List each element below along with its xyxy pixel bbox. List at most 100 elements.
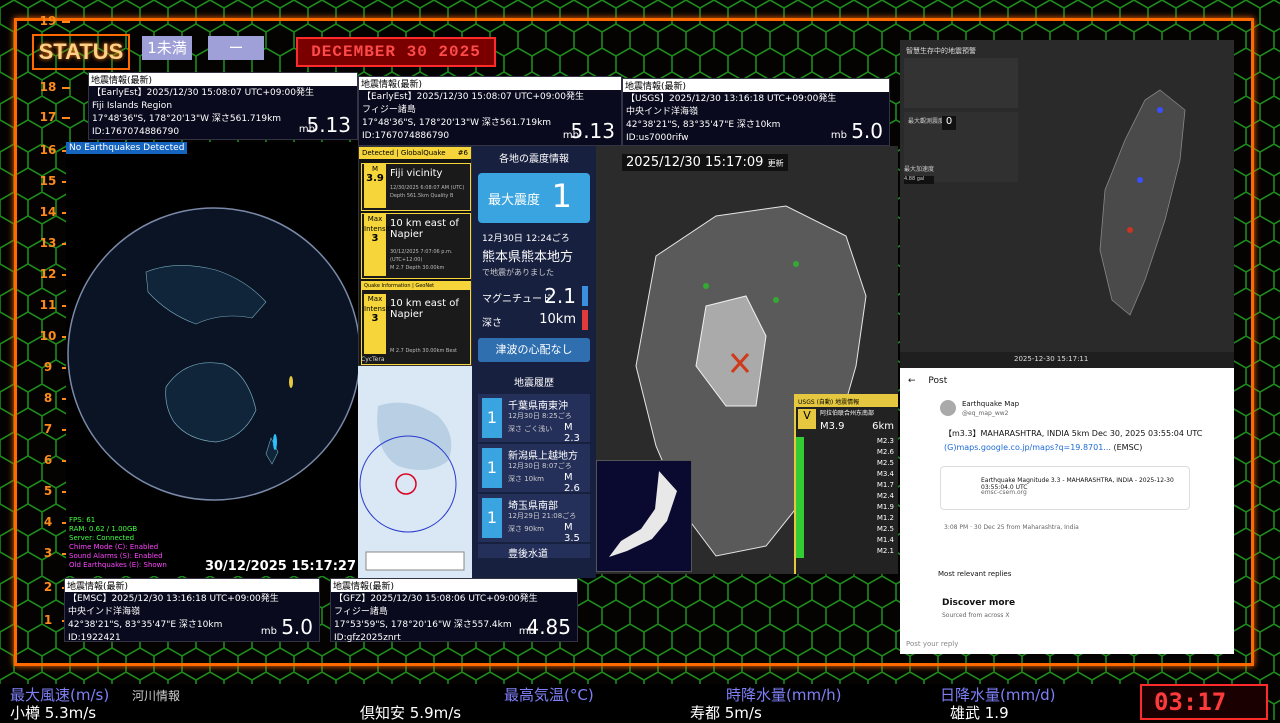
usgs-list-item[interactable]: M2.3 — [796, 437, 898, 448]
history-title: 地震履歴 — [514, 378, 554, 389]
jma-intensity-panel: 各地の震度情報 最大震度 1 12月30日 12:24ごろ 熊本県熊本地方 で地… — [472, 146, 596, 578]
magnitude-bar — [582, 286, 588, 306]
weather-ticker: 最大風速(m/s) 河川情報 最高気温(°C) 時降水量(mm/h) 日降水量(… — [0, 684, 1140, 722]
usgs-list-item[interactable]: M1.2 — [796, 514, 898, 525]
taiwan-eew-panel[interactable]: 智慧生存中的地震預警 最大觀測震度 0 最大加速度 4.88 gal 2025-… — [900, 40, 1234, 368]
info-line: 中央インド洋海嶺 — [626, 107, 699, 117]
gq-int-label: M — [371, 165, 379, 173]
gq-header-label: Detected | GlobalQuake — [362, 149, 446, 157]
gq-meta-line: Depth 561.5km Quality B — [390, 193, 454, 199]
sea-map[interactable] — [358, 366, 472, 578]
x-post-panel: ← Post Earthquake Map @eq_map_ww2 【m3.3】… — [900, 368, 1234, 654]
magnitude-label: マグニチュード — [482, 294, 552, 305]
info-header: 地震情報(最新) — [331, 579, 577, 592]
replies-sort[interactable]: Most relevant replies — [938, 570, 1011, 578]
globe-timestamp: 30/12/2025 15:17:27 — [204, 559, 356, 574]
usgs-list-item[interactable]: M2.4 — [796, 492, 898, 503]
globalquake-globe-panel[interactable]: No Earthquakes Detected FPS: 61 RAM: 0.6… — [66, 142, 358, 576]
gq-card[interactable]: Max Intensity 3 10 km east of Napier 30/1… — [361, 213, 471, 279]
gq-int-value: 3 — [371, 313, 379, 324]
mb-label: mb — [830, 130, 847, 141]
history-item[interactable]: 1 新潟県上越地方 12月30日 8:07ごろ 深さ 10km M 2.6 — [478, 444, 590, 494]
tw-title: 智慧生存中的地震預警 — [906, 47, 976, 55]
magnitude-value: 2.1 — [544, 284, 576, 308]
stat-server: Server: Connected — [69, 534, 135, 542]
gq-card-header: Quake Information | GeoNet — [362, 282, 470, 290]
depth-bar — [582, 310, 588, 330]
ticker-value: 小樽 5.3m/s — [10, 704, 97, 722]
ruler-tick: 18 — [30, 80, 70, 94]
history-place: 埼玉県南部 — [508, 501, 558, 512]
gq-intensity: Max Intensity 3 — [364, 214, 394, 276]
account-name[interactable]: Earthquake Map — [962, 400, 1019, 408]
history-time: 12月30日 8:07ごろ — [508, 462, 572, 470]
history-item[interactable]: 1 千葉県南東沖 12月30日 8:25ごろ 深さ ごく浅い M 2.3 — [478, 394, 590, 444]
ruler-tick: 1 — [30, 613, 70, 627]
taiwan-map[interactable] — [1050, 70, 1220, 350]
ruler-tick: 15 — [30, 174, 70, 188]
history-item[interactable]: 1 埼玉県南部 12月29日 21:08ごろ 深さ 90km M 3.5 — [478, 494, 590, 544]
jma-title: 各地の震度情報 — [499, 154, 569, 165]
max-intensity-value: 1 — [551, 177, 572, 215]
usgs-depth: 6km — [872, 421, 894, 432]
usgs-place: 阿拉伯联合州东南部 — [820, 410, 875, 417]
info-line: 【USGS】2025/12/30 13:16:18 UTC+09:00発生 — [626, 94, 837, 104]
info-line: 42°38'21"S, 83°35'47"E 深さ10km — [68, 620, 223, 630]
history-intensity: 1 — [482, 448, 502, 488]
usgs-list-item[interactable]: M2.6 — [796, 448, 898, 459]
back-arrow-icon[interactable]: ← — [908, 376, 916, 386]
history-time: 12月30日 8:25ごろ — [508, 412, 572, 420]
tw-max-label: 最大觀測震度 — [908, 118, 945, 125]
clock-time: 03:17 — [1154, 688, 1227, 716]
usgs-list-item[interactable]: M2.5 — [796, 459, 898, 470]
eq-occurred: で地震がありました — [482, 268, 554, 277]
post-text: 【m3.3】MAHARASHTRA, INDIA 5km Dec 30, 202… — [944, 429, 1203, 438]
magnitude: 4.85 — [526, 615, 571, 639]
history-mag: M 2.6 — [564, 472, 580, 494]
status-label: STATUS — [32, 34, 130, 70]
usgs-list-item[interactable]: M1.4 — [796, 536, 898, 547]
history-place: 新潟県上越地方 — [508, 451, 578, 462]
gq-title: 10 km east of Napier — [390, 298, 459, 320]
usgs-list-item[interactable]: M1.7 — [796, 481, 898, 492]
ruler-tick: 19 — [30, 14, 70, 28]
gq-card[interactable]: M 3.9 Fiji vicinity 12/30/2025 6:08:07 AM… — [361, 163, 471, 211]
link-card[interactable]: Earthquake Magnitude 3.3 - MAHARASHTRA, … — [940, 466, 1190, 510]
history-item[interactable]: 豊後水道 — [478, 544, 590, 560]
post-title: Post — [928, 376, 948, 386]
post-link[interactable]: (G)maps.google.co.jp/maps?q=19.8701... — [944, 443, 1111, 452]
usgs-list-item[interactable]: M3.4 — [796, 470, 898, 481]
magnitude-row: マグニチュード 2.1 — [472, 284, 596, 308]
gq-meta-line: 30/12/2025 7:07:06 p.m. (UTC+12:00) — [390, 249, 453, 263]
ruler-tick: 8 — [30, 391, 70, 405]
info-line: 【EarlyEst】2025/12/30 15:08:07 UTC+09:00発… — [92, 88, 314, 98]
info-header: 地震情報(最新) — [359, 77, 621, 90]
ruler-tick: 12 — [30, 267, 70, 281]
gq-card[interactable]: Quake Information | GeoNet Max Intensity… — [361, 281, 471, 365]
info-header: 地震情報(最新) — [89, 73, 357, 86]
mb-label: mb — [260, 626, 277, 637]
post-emsc: (EMSC) — [1113, 443, 1143, 452]
globe-map[interactable] — [66, 142, 358, 576]
avatar[interactable] — [940, 400, 956, 416]
gq-intensity: Max Intensity 3 — [364, 294, 394, 354]
ruler-tick: 9 — [30, 360, 70, 374]
reply-input[interactable]: Post your reply — [906, 640, 958, 648]
kyushu-map-panel[interactable]: 2025/12/30 15:17:09 更新 USGS (自動) 地震情報 V … — [596, 146, 898, 574]
usgs-list-item[interactable]: M2.1 — [796, 547, 898, 558]
usgs-list-item[interactable]: M2.5 — [796, 525, 898, 536]
depth-label: 深さ — [482, 318, 502, 329]
post-link-line: (G)maps.google.co.jp/maps?q=19.8701... (… — [944, 443, 1224, 452]
tsunami-status: 津波の心配なし — [478, 338, 590, 362]
usgs-list-item[interactable]: M1.9 — [796, 503, 898, 514]
eq-info-usgs: 地震情報(最新) 【USGS】2025/12/30 13:16:18 UTC+0… — [622, 78, 890, 146]
gq-footer: CycTera — [361, 356, 385, 363]
info-header: 地震情報(最新) — [65, 579, 319, 592]
sea-map-panel[interactable] — [358, 366, 472, 578]
magnitude: 5.13 — [306, 113, 351, 137]
ruler-tick: 3 — [30, 546, 70, 560]
tw-toolbar: 2025-12-30 15:17:11 — [900, 352, 1234, 368]
info-id: ID:us7000rifw — [626, 133, 689, 143]
globe-stats: FPS: 61 RAM: 0.62 / 1.00GB Server: Conne… — [69, 516, 167, 570]
gq-title: 10 km east of Napier — [390, 218, 459, 240]
